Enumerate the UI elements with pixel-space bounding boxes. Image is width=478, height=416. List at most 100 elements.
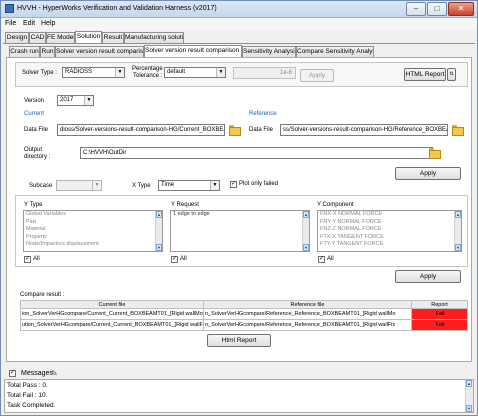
tab-fe-model[interactable]: FE Model (46, 32, 75, 43)
scroll-down-icon[interactable]: ▼ (303, 244, 309, 251)
ycomponent-label: Y Component (317, 202, 354, 208)
ycomponent-all-checkbox[interactable]: ✓ (318, 256, 325, 263)
message-line: Task Completed. (7, 402, 56, 409)
menu-help[interactable]: Help (41, 20, 55, 27)
current-file-cell[interactable]: ion_SolverVerHGcompare/Current_Current_B… (20, 308, 204, 320)
apply-top-button[interactable]: Apply (300, 69, 334, 82)
chevron-down-icon: ▼ (92, 181, 101, 190)
scrollbar[interactable]: ▲ ▼ (454, 211, 461, 251)
apply-y-button[interactable]: Apply (395, 270, 461, 283)
list-item[interactable]: FTX-X TANGENT FORCE (318, 234, 461, 242)
messages-label: Messages (21, 370, 53, 377)
title-bar: HVVH - HyperWorks Verification and Valid… (1, 1, 477, 18)
message-line: Total Pass : 0. (7, 382, 48, 389)
scroll-up-icon[interactable]: ▲ (466, 380, 472, 387)
list-item[interactable]: Global Variables (24, 211, 162, 219)
tolerance-label: Tolerance : (133, 73, 163, 79)
percentage-tolerance-select[interactable]: default ▼ (164, 67, 226, 78)
scroll-down-icon[interactable]: ▼ (156, 244, 162, 251)
ytype-listbox[interactable]: Global Variables Part Material Property … (23, 210, 163, 252)
messages-checkbox[interactable]: ✓ (9, 370, 16, 377)
app-icon (5, 4, 14, 13)
subtab-sensitivity-analysis[interactable]: Sensitivity Analysis (242, 46, 296, 57)
version-label: Version (24, 98, 45, 104)
menu-edit[interactable]: Edit (23, 20, 35, 27)
plot-only-failed-checkbox[interactable]: ✓ (230, 181, 237, 188)
subtab-solver-version-result-comparison[interactable]: Solver version result comparison (55, 46, 144, 57)
reference-data-file-input[interactable]: ss/Solver-versions-result-comparison-HG/… (280, 124, 448, 136)
list-item[interactable]: FNZ-Z NORMAL FORCE (318, 226, 461, 234)
subtab-compare-sensitivity-analysis[interactable]: Compare Sensitivity Analysis (296, 46, 374, 57)
subtab-solver-version-result-comparison-hg[interactable]: Solver version result comparison HG (144, 45, 242, 57)
output-label: Output (24, 147, 43, 153)
options-spin-button[interactable]: ⇅ (447, 68, 456, 81)
yrequest-listbox[interactable]: 1 edge to edge ▲ ▼ (170, 210, 310, 252)
reference-file-cell[interactable]: n_SolverVerHGcompare/Reference_Reference… (203, 308, 412, 320)
reference-data-file-label: Data File (249, 127, 274, 133)
list-item[interactable]: Material (24, 226, 162, 234)
subtab-run[interactable]: Run (40, 46, 55, 57)
maximize-button[interactable]: □ (427, 2, 447, 16)
chevron-down-icon: ▼ (115, 68, 124, 77)
current-file-cell[interactable]: ution_SolverVerHGcompare/Current_Current… (20, 319, 204, 331)
list-item[interactable]: FNY-Y NORMAL FORCE (318, 219, 461, 227)
reference-file-cell[interactable]: n_SolverVerHGcompare/Reference_Reference… (203, 319, 412, 331)
list-item[interactable]: 1 edge to edge (171, 211, 309, 219)
apply-button[interactable]: Apply (395, 167, 461, 180)
scroll-down-icon[interactable]: ▼ (466, 405, 472, 412)
xtype-label: X Type (132, 183, 151, 189)
header-report: Report (411, 300, 468, 309)
table-row[interactable]: ion_SolverVerHGcompare/Current_Current_B… (20, 308, 468, 320)
tab-design[interactable]: Design (5, 32, 29, 43)
version-select[interactable]: 2017 ▼ (57, 95, 94, 106)
scrollbar[interactable]: ▲ ▼ (155, 211, 162, 251)
subcase-select[interactable]: ▼ (56, 180, 102, 191)
tolerance-input[interactable]: 1e-6 (233, 67, 296, 79)
scroll-up-icon[interactable]: ▲ (455, 211, 461, 218)
scroll-up-icon[interactable]: ▲ (303, 211, 309, 218)
folder-icon[interactable] (452, 125, 464, 136)
folder-icon[interactable] (229, 125, 241, 136)
output-directory-input[interactable]: C:\HVVH\OutDir (80, 147, 433, 159)
list-item[interactable]: Node/Impactors displacement (24, 241, 162, 249)
plot-only-failed-label: Plot only failed (239, 181, 279, 187)
close-button[interactable]: ✕ (448, 2, 474, 16)
solver-type-select[interactable]: RADIOSS ▼ (62, 67, 125, 78)
ytype-all-checkbox[interactable]: ✓ (24, 256, 31, 263)
scrollbar[interactable]: ▲ ▼ (302, 211, 309, 251)
report-status-badge[interactable]: Fail (411, 308, 468, 320)
current-data-file-input[interactable]: dioss/Solver-versions-result-comparison-… (57, 124, 225, 136)
html-report-top-button[interactable]: HTML Report (404, 68, 446, 81)
yrequest-all-checkbox[interactable]: ✓ (171, 256, 178, 263)
folder-icon[interactable] (429, 148, 441, 159)
minimize-button[interactable]: – (406, 2, 426, 16)
reference-heading: Reference (249, 111, 277, 117)
scroll-up-icon[interactable]: ▲ (156, 211, 162, 218)
menu-bar: File Edit Help (1, 18, 477, 30)
current-data-file-label: Data File (24, 127, 49, 133)
tab-cad[interactable]: CAD (29, 32, 46, 43)
table-row[interactable]: ution_SolverVerHGcompare/Current_Current… (20, 319, 468, 331)
list-item[interactable]: FNX-X NORMAL FORCE (318, 211, 461, 219)
header-reference-file: Reference file (203, 300, 412, 309)
subtab-crash-run[interactable]: Crash run (9, 46, 40, 57)
pencil-icon[interactable]: ✎ (51, 369, 58, 378)
content-panel: Solver Type : RADIOSS ▼ Percentage Tolera… (6, 57, 472, 362)
tab-solution[interactable]: Solution (75, 31, 102, 43)
ycomponent-listbox[interactable]: FNX-X NORMAL FORCE FNY-Y NORMAL FORCE FN… (317, 210, 462, 252)
tab-result[interactable]: Result (102, 32, 124, 43)
tab-manufacturing-solution[interactable]: Manufacturing solution (124, 32, 184, 43)
list-item[interactable]: Part (24, 219, 162, 227)
list-item[interactable]: FTY-Y TANGENT FORCE (318, 241, 461, 249)
header-current-file: Current file (20, 300, 204, 309)
compare-result-label: Compare result : (20, 292, 65, 298)
ytype-label: Y Type (24, 202, 43, 208)
xtype-select[interactable]: Time ▼ (158, 180, 220, 191)
list-item[interactable]: Property (24, 234, 162, 242)
scroll-down-icon[interactable]: ▼ (455, 244, 461, 251)
scrollbar[interactable]: ▲ ▼ (465, 380, 473, 412)
menu-file[interactable]: File (5, 20, 16, 27)
html-report-button[interactable]: Html Report (207, 334, 271, 347)
ycomponent-all-label: All (327, 256, 334, 262)
report-status-badge[interactable]: Fail (411, 319, 468, 331)
